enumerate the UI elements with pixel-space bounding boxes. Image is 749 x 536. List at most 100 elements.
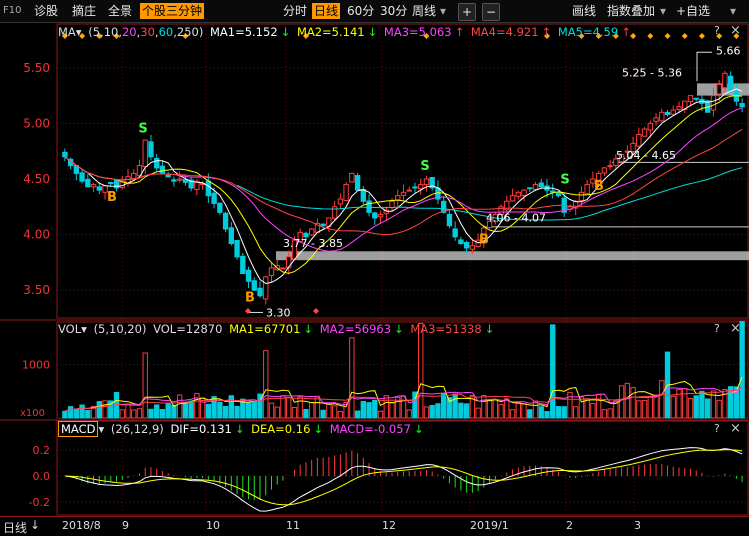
- candle-body: [722, 72, 728, 89]
- candle-body: [440, 200, 447, 213]
- pick-button[interactable]: 摘庄: [72, 3, 96, 19]
- volume-bar: [418, 322, 424, 419]
- vol-panel-help-icon[interactable]: ?: [714, 322, 720, 335]
- candle-body: [412, 186, 418, 189]
- macd-panel-help-icon[interactable]: ?: [714, 422, 720, 435]
- volume-bar: [590, 403, 596, 419]
- macd-indicator-name[interactable]: MACD: [58, 421, 99, 437]
- overview-button[interactable]: 全景: [108, 3, 132, 19]
- vol-panel-close-icon[interactable]: ×: [730, 321, 741, 336]
- ma-dropdown-icon[interactable]: ▾: [76, 25, 82, 39]
- volume-bar: [710, 390, 717, 419]
- candle-body: [613, 158, 619, 166]
- price-panel-close-icon[interactable]: ×: [730, 23, 741, 38]
- month-label: 2018/8: [62, 519, 101, 532]
- volume-bar: [538, 406, 544, 419]
- candle-body: [452, 228, 458, 238]
- volume-bar: [573, 406, 579, 419]
- price-annotation: 3.77 - 3.85: [283, 237, 343, 250]
- volume-bar: [567, 391, 573, 419]
- volume-bar: [349, 337, 355, 419]
- volume-bar: [119, 409, 125, 419]
- volume-bar: [113, 391, 120, 419]
- volume-bar: [211, 396, 217, 419]
- volume-bar: [452, 393, 458, 419]
- zoom-out-button[interactable]: −: [482, 3, 501, 21]
- volume-bar: [257, 393, 263, 419]
- kline-chart[interactable]: 5.66 5.25 - 5.36 5.04 - 4.65 4.06 - 4.07 3.7…: [0, 0, 749, 535]
- candle-body: [148, 141, 154, 158]
- candle-body: [395, 195, 401, 201]
- macd-panel-close-icon[interactable]: ×: [730, 421, 741, 436]
- candle-body: [727, 75, 734, 91]
- volume-bar: [446, 397, 453, 419]
- tab-daily[interactable]: 日线: [312, 3, 341, 19]
- vol-dropdown-icon[interactable]: ▾: [81, 322, 87, 336]
- ma1-value: MA1=5.152: [209, 25, 278, 39]
- volume-bar: [354, 410, 361, 419]
- draw-line-button[interactable]: 画线: [572, 3, 596, 19]
- candle-body: [171, 179, 177, 182]
- macd-dropdown-icon[interactable]: ▾: [98, 422, 104, 436]
- month-label: 11: [286, 519, 300, 532]
- candle-body: [377, 214, 384, 218]
- ma-indicator-name[interactable]: MA: [58, 25, 76, 39]
- tab-weekly[interactable]: 周线: [412, 3, 436, 19]
- candle-body: [418, 184, 424, 190]
- candle-body: [699, 98, 705, 104]
- candle-body: [131, 172, 137, 180]
- volume-bar: [228, 395, 234, 419]
- price-annotation: 3.30: [266, 306, 291, 319]
- candle-body: [682, 100, 688, 110]
- volume-bar: [641, 400, 648, 419]
- volume-bar: [521, 403, 527, 419]
- candle-body: [544, 185, 550, 191]
- candle-body: [360, 188, 367, 202]
- candle-body: [739, 103, 745, 108]
- volume-bar: [595, 394, 602, 419]
- tab-60min[interactable]: 60分: [347, 3, 374, 19]
- candle-body: [182, 178, 189, 183]
- candle-body: [286, 256, 292, 269]
- candle-body: [90, 184, 97, 188]
- vol-ma3-value: MA3=51338: [410, 322, 482, 336]
- tab-timeshare[interactable]: 分时: [283, 3, 307, 19]
- ma-line: [64, 107, 743, 252]
- volume-bar: [699, 390, 705, 419]
- candle-body: [670, 109, 676, 115]
- tab-30min[interactable]: 30分: [380, 3, 407, 19]
- volume-bar: [532, 400, 539, 419]
- vol-indicator-name[interactable]: VOL: [58, 322, 81, 336]
- candle-body: [601, 167, 608, 174]
- period-label[interactable]: 日线: [3, 519, 27, 536]
- dea-down-arrow-icon: ↓: [313, 422, 324, 436]
- month-label: 9: [122, 519, 129, 532]
- candle-body: [245, 269, 252, 282]
- index-overlay-button[interactable]: 指数叠加: [607, 3, 655, 19]
- zoom-in-button[interactable]: +: [458, 3, 477, 21]
- candle-body: [624, 150, 631, 153]
- ma5-value: MA5=4.59: [557, 25, 619, 39]
- three-minute-button[interactable]: 个股三分钟: [140, 3, 205, 19]
- candle-body: [653, 117, 659, 122]
- watchlist-dropdown-icon[interactable]: ▾: [730, 3, 736, 19]
- candle-body: [710, 95, 717, 111]
- volume-ma-line: [64, 386, 743, 412]
- candle-body: [222, 212, 229, 230]
- period-dropdown-icon[interactable]: ▾: [440, 3, 446, 19]
- candle-body: [102, 185, 108, 193]
- ma5-up-arrow-icon: ↑: [621, 25, 631, 39]
- signal-diamond-icon: [647, 33, 654, 39]
- period-down-arrow-icon[interactable]: ↓: [30, 518, 40, 532]
- diagnose-button[interactable]: 诊股: [34, 3, 58, 19]
- month-label: 2019/1: [470, 519, 509, 532]
- volume-bar: [372, 399, 378, 419]
- f10-button[interactable]: F10: [3, 3, 21, 19]
- candle-body: [337, 198, 344, 205]
- index-overlay-dropdown-icon[interactable]: ▾: [660, 3, 666, 19]
- candle-body: [79, 172, 85, 182]
- ma-line: [64, 88, 743, 285]
- price-panel-help-icon[interactable]: ?: [714, 24, 720, 37]
- add-watchlist-button[interactable]: +自选: [676, 3, 710, 19]
- price-annotation: 5.66: [716, 44, 741, 57]
